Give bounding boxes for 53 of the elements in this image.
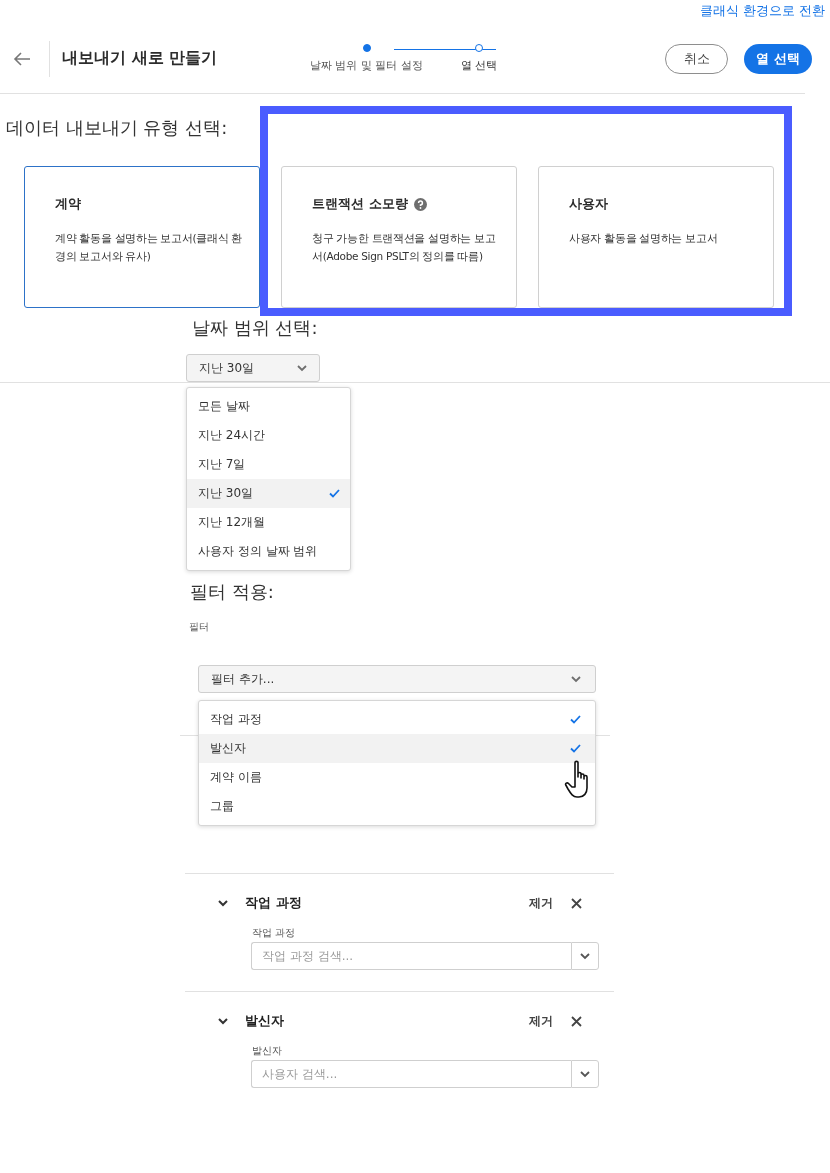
dropdown-option[interactable]: 지난 7일: [187, 450, 350, 479]
card-description: 계약 활동을 설명하는 보고서(클래식 환경의 보고서와 유사): [55, 231, 244, 264]
dropdown-option[interactable]: 사용자 정의 날짜 범위: [187, 537, 350, 566]
chevron-down-icon: [580, 952, 590, 960]
card-title: 계약: [55, 195, 81, 213]
section-heading: 필터 적용:: [190, 580, 275, 604]
search-field[interactable]: 사용자 검색...: [251, 1060, 571, 1088]
step-label: 열 선택: [461, 58, 498, 73]
select-columns-button[interactable]: 열 선택: [744, 43, 812, 74]
switch-classic-link[interactable]: 클래식 환경으로 전환: [699, 2, 825, 20]
filter-title: 발신자: [245, 1012, 284, 1030]
date-range-dropdown[interactable]: 지난 30일: [186, 354, 320, 382]
page-title: 내보내기 새로 만들기: [62, 48, 219, 69]
chevron-down-icon: [571, 675, 581, 683]
chevron-down-icon[interactable]: [218, 899, 228, 907]
card-description: 사용자 활동을 설명하는 보고서: [569, 231, 719, 246]
dropdown-option[interactable]: 지난 30일: [187, 479, 350, 508]
dropdown-toggle[interactable]: [571, 942, 599, 970]
export-type-card[interactable]: 트랜잭션 소모량 청구 가능한 트랜잭션을 설명하는 보고서(Adobe Sign PSLT의 정의를 따름): [281, 166, 517, 308]
check-icon: [570, 744, 581, 753]
search-field[interactable]: 작업 과정 검색...: [251, 942, 571, 970]
step-label: 날짜 범위 및 필터 설정: [310, 58, 423, 73]
filter-option[interactable]: 발신자: [199, 734, 595, 763]
filter-option[interactable]: 그룹: [199, 792, 595, 821]
section-heading: 데이터 내보내기 유형 선택:: [6, 116, 229, 140]
chevron-down-icon[interactable]: [218, 1017, 228, 1025]
export-type-card[interactable]: 사용자 사용자 활동을 설명하는 보고서: [538, 166, 774, 308]
remove-link[interactable]: 제거: [529, 1012, 553, 1030]
export-type-card[interactable]: 계약 계약 활동을 설명하는 보고서(클래식 환경의 보고서와 유사): [24, 166, 260, 308]
check-icon: [329, 489, 340, 498]
cancel-button[interactable]: 취소: [665, 43, 728, 74]
filter-title: 작업 과정: [245, 894, 302, 912]
dropdown-option[interactable]: 지난 24시간: [187, 421, 350, 450]
field-label: 필터: [189, 620, 210, 634]
card-description: 청구 가능한 트랜잭션을 설명하는 보고서(Adobe Sign PSLT의 정의를 따름): [312, 231, 497, 264]
field-label: 작업 과정: [252, 926, 297, 940]
close-icon[interactable]: [571, 897, 582, 909]
dropdown-toggle[interactable]: [571, 1060, 599, 1088]
add-filter-dropdown[interactable]: 필터 추가...: [198, 665, 596, 693]
card-title: 사용자: [569, 195, 608, 213]
chevron-down-icon: [580, 1070, 590, 1078]
dropdown-option[interactable]: 모든 날짜: [187, 392, 350, 421]
filter-option[interactable]: 작업 과정: [199, 705, 595, 734]
check-icon: [570, 715, 581, 724]
section-heading: 날짜 범위 선택:: [192, 316, 319, 340]
close-icon[interactable]: [571, 1015, 582, 1027]
chevron-down-icon: [297, 364, 307, 372]
back-arrow-icon[interactable]: [13, 51, 31, 66]
card-title: 트랜잭션 소모량: [312, 195, 408, 213]
field-label: 발신자: [252, 1044, 283, 1058]
remove-link[interactable]: 제거: [529, 894, 553, 912]
dropdown-option[interactable]: 지난 12개월: [187, 508, 350, 537]
filter-option[interactable]: 계약 이름: [199, 763, 595, 792]
